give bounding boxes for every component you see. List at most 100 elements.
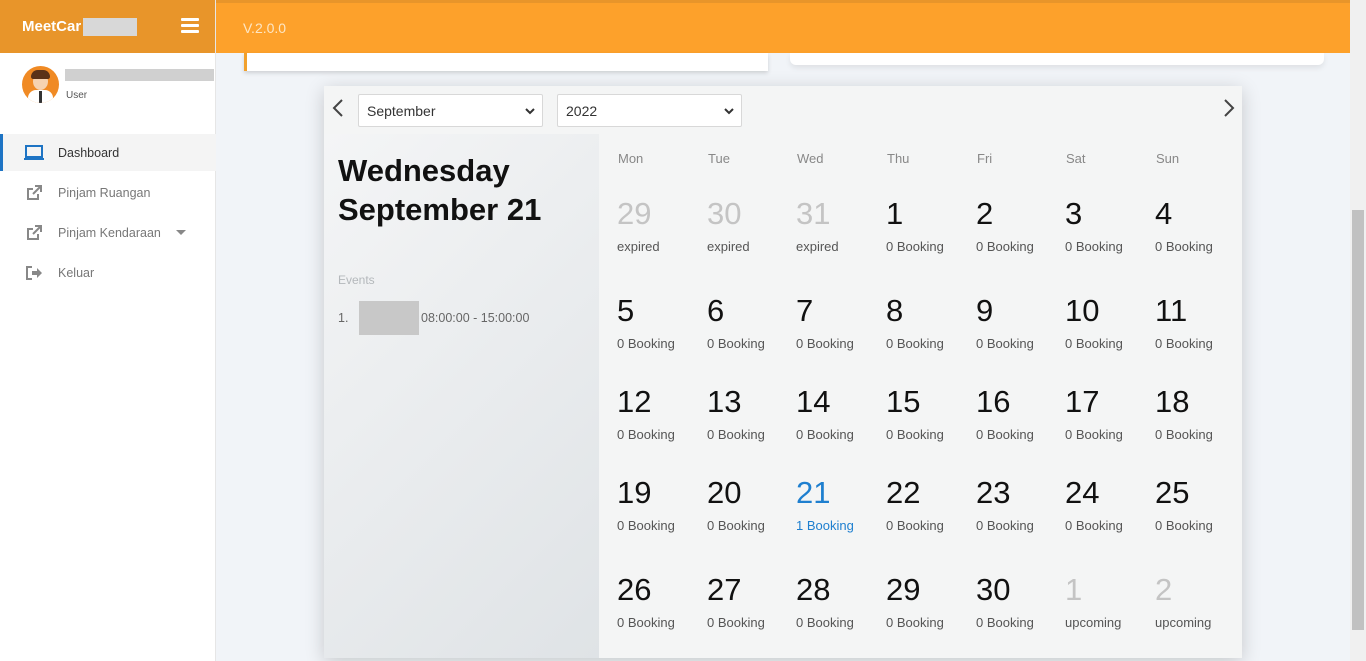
weekday-header: Fri <box>977 151 993 166</box>
day-cell[interactable]: 21 1 Booking <box>796 476 886 534</box>
brand-name-redacted <box>83 17 138 36</box>
day-number: 17 <box>1065 384 1100 419</box>
day-cell[interactable]: 26 0 Booking <box>617 572 707 631</box>
day-cell[interactable]: 13 0 Booking <box>707 384 797 443</box>
day-cell[interactable]: 7 0 Booking <box>796 293 886 352</box>
day-booking-status: 0 Booking <box>796 615 854 630</box>
day-cell[interactable]: 29 expired <box>617 197 707 255</box>
day-booking-status: 0 Booking <box>976 336 1034 351</box>
day-booking-status: 1 Booking <box>796 518 854 533</box>
weekday-header: Mon <box>618 151 644 166</box>
day-number: 29 <box>886 572 921 607</box>
day-number: 27 <box>707 572 742 607</box>
day-cell[interactable]: 24 0 Booking <box>1065 475 1155 534</box>
selected-month-day: September 21 <box>338 192 542 227</box>
day-cell[interactable]: 4 0 Booking <box>1155 196 1245 255</box>
day-cell[interactable]: 27 0 Booking <box>707 572 797 631</box>
events-heading: Events <box>338 273 375 287</box>
day-cell[interactable]: 6 0 Booking <box>707 294 797 352</box>
day-cell[interactable]: 2 0 Booking <box>976 196 1066 255</box>
day-cell[interactable]: 9 0 Booking <box>976 294 1066 352</box>
day-number: 26 <box>617 572 652 607</box>
day-booking-status: 0 Booking <box>796 336 854 351</box>
user-panel: User <box>22 64 214 106</box>
event-item[interactable]: 1. 08:00:00 - 15:00:00 <box>338 301 529 335</box>
day-cell[interactable]: 23 0 Booking <box>976 475 1066 534</box>
day-cell[interactable]: 22 0 Booking <box>886 476 976 534</box>
day-cell[interactable]: 19 0 Booking <box>617 475 707 534</box>
day-cell[interactable]: 17 0 Booking <box>1065 384 1155 443</box>
day-booking-status: 0 Booking <box>617 427 675 442</box>
day-number: 25 <box>1155 475 1190 510</box>
day-number: 4 <box>1155 196 1173 231</box>
day-number: 1 <box>886 196 904 231</box>
year-select-value: 2022 <box>566 102 598 119</box>
prev-month-button[interactable] <box>329 96 347 120</box>
day-number: 5 <box>617 293 635 328</box>
day-number: 24 <box>1065 475 1100 510</box>
day-booking-status: 0 Booking <box>886 615 944 630</box>
day-cell[interactable]: 10 0 Booking <box>1065 294 1155 352</box>
day-booking-status: 0 Booking <box>1065 427 1123 442</box>
day-number: 15 <box>886 384 921 419</box>
month-select[interactable]: September <box>358 94 543 127</box>
day-booking-status: 0 Booking <box>1065 518 1123 533</box>
sidebar-item-dashboard[interactable]: Dashboard <box>0 134 216 171</box>
sidebar-item-pinjam-ruangan[interactable]: Pinjam Ruangan <box>0 174 216 211</box>
day-cell[interactable]: 18 0 Booking <box>1155 385 1245 443</box>
sign-out-icon <box>24 264 44 282</box>
sidebar-item-keluar[interactable]: Keluar <box>0 254 216 291</box>
day-number: 1 <box>1065 572 1083 607</box>
app-version: V.2.0.0 <box>243 20 287 36</box>
day-cell[interactable]: 30 0 Booking <box>976 573 1066 631</box>
calendar-header: September 2022 <box>324 86 1242 134</box>
sidebar-item-label: Pinjam Kendaraan <box>58 225 161 240</box>
day-booking-status: 0 Booking <box>617 336 675 351</box>
day-cell[interactable]: 1 upcoming <box>1065 572 1155 631</box>
day-cell[interactable]: 12 0 Booking <box>617 385 707 443</box>
month-select-value: September <box>367 102 436 119</box>
day-number: 30 <box>707 196 742 231</box>
day-cell[interactable]: 28 0 Booking <box>796 573 886 631</box>
day-booking-status: 0 Booking <box>617 615 675 630</box>
day-booking-status: 0 Booking <box>886 239 944 254</box>
day-number: 8 <box>886 293 904 328</box>
year-select[interactable]: 2022 <box>557 94 742 127</box>
next-month-button[interactable] <box>1220 96 1238 120</box>
month-grid: Mon Tue Wed Thu Fri Sat Sun 29 expired 30 expired 3… <box>599 134 1242 658</box>
day-number: 19 <box>617 475 652 510</box>
day-booking-status: 0 Booking <box>1155 336 1213 351</box>
caret-down-icon <box>176 230 186 235</box>
day-cell[interactable]: 5 0 Booking <box>617 293 707 352</box>
day-cell[interactable]: 3 0 Booking <box>1065 197 1155 255</box>
day-booking-status: 0 Booking <box>707 427 765 442</box>
page-scrollbar[interactable] <box>1350 0 1366 661</box>
day-cell[interactable]: 31 expired <box>796 197 886 255</box>
day-cell[interactable]: 2 upcoming <box>1155 573 1245 631</box>
day-booking-status: upcoming <box>1065 615 1122 630</box>
weekday-header: Thu <box>887 151 910 166</box>
day-cell[interactable]: 20 0 Booking <box>707 476 797 534</box>
top-navbar: V.2.0.0 <box>216 0 1350 53</box>
day-number: 23 <box>976 475 1011 510</box>
hamburger-menu-icon[interactable] <box>181 18 199 34</box>
day-number: 2 <box>976 196 994 231</box>
day-cell[interactable]: 14 0 Booking <box>796 384 886 443</box>
day-booking-status: expired <box>617 239 660 254</box>
day-cell[interactable]: 11 0 Booking <box>1155 294 1245 352</box>
brand-header: MeetCar <box>0 0 215 53</box>
day-number: 7 <box>796 293 814 328</box>
day-cell[interactable]: 29 0 Booking <box>886 572 976 631</box>
day-number: 14 <box>796 384 831 419</box>
external-link-icon <box>24 224 44 242</box>
day-cell[interactable]: 30 expired <box>707 196 797 255</box>
day-cell[interactable]: 8 0 Booking <box>886 293 976 352</box>
scrollbar-thumb[interactable] <box>1352 210 1364 630</box>
day-booking-status: 0 Booking <box>707 336 765 351</box>
day-cell[interactable]: 1 0 Booking <box>886 196 976 255</box>
sidebar-item-pinjam-kendaraan[interactable]: Pinjam Kendaraan <box>0 214 216 251</box>
day-cell[interactable]: 16 0 Booking <box>976 385 1066 443</box>
day-cell[interactable]: 15 0 Booking <box>886 384 976 443</box>
day-cell[interactable]: 25 0 Booking <box>1155 475 1245 534</box>
day-number: 13 <box>707 384 742 419</box>
